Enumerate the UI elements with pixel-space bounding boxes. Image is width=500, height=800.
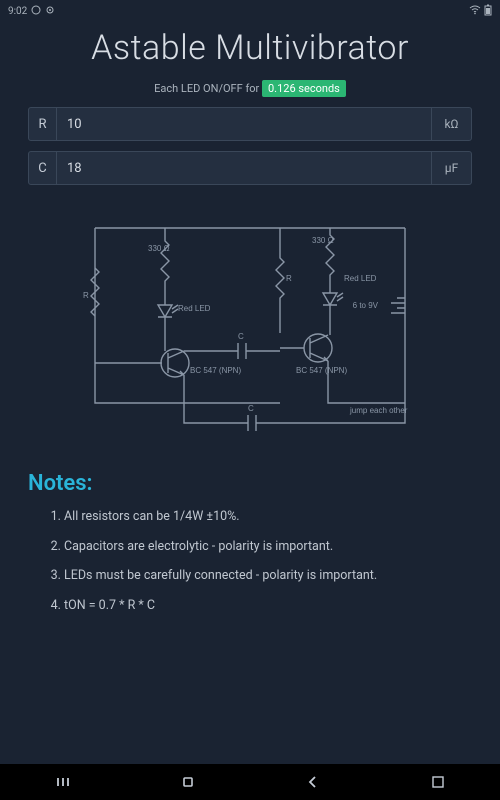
list-item: Capacitors are electrolytic - polarity i… bbox=[64, 538, 472, 556]
svg-text:6 to 9V: 6 to 9V bbox=[353, 301, 379, 310]
circuit-diagram: R 330 Ω Red LED BC 547 (NPN) R C 330 Ω bbox=[80, 213, 420, 447]
page-title: Astable Multivibrator bbox=[28, 28, 472, 68]
subtitle: Each LED ON/OFF for 0.126 seconds bbox=[28, 82, 472, 95]
list-item: LEDs must be carefully connected - polar… bbox=[64, 567, 472, 585]
svg-text:C: C bbox=[248, 404, 254, 413]
back-button[interactable] bbox=[304, 773, 322, 791]
svg-text:R: R bbox=[286, 274, 292, 283]
c-unit: μF bbox=[431, 152, 471, 184]
r-input-row[interactable]: R 10 kΩ bbox=[28, 107, 472, 141]
notes-list: All resistors can be 1/4W ±10%. Capacito… bbox=[28, 508, 472, 614]
r-value[interactable]: 10 bbox=[57, 108, 431, 140]
notification-icon bbox=[31, 5, 41, 18]
notes-heading: Notes: bbox=[28, 471, 472, 496]
svg-text:330 Ω: 330 Ω bbox=[148, 244, 170, 253]
svg-text:C: C bbox=[238, 332, 244, 341]
r-unit: kΩ bbox=[431, 108, 471, 140]
main-content: Astable Multivibrator Each LED ON/OFF fo… bbox=[0, 28, 500, 614]
svg-text:Red LED: Red LED bbox=[344, 274, 377, 283]
c-label: C bbox=[29, 152, 57, 184]
android-navbar bbox=[0, 764, 500, 800]
notification-icon-2 bbox=[45, 5, 55, 18]
svg-text:330 Ω: 330 Ω bbox=[312, 236, 334, 245]
status-bar: 9:02 bbox=[0, 0, 500, 22]
battery-icon bbox=[484, 4, 492, 19]
svg-text:BC 547 (NPN): BC 547 (NPN) bbox=[190, 366, 241, 375]
c-value[interactable]: 18 bbox=[57, 152, 431, 184]
svg-text:BC 547 (NPN): BC 547 (NPN) bbox=[296, 366, 347, 375]
list-item: All resistors can be 1/4W ±10%. bbox=[64, 508, 472, 526]
list-item: tON = 0.7 * R * C bbox=[64, 597, 472, 615]
svg-text:R: R bbox=[83, 291, 89, 300]
wifi-icon bbox=[469, 5, 481, 18]
subtitle-prefix: Each LED ON/OFF for bbox=[154, 82, 262, 95]
time-badge: 0.126 seconds bbox=[262, 80, 346, 97]
c-input-row[interactable]: C 18 μF bbox=[28, 151, 472, 185]
svg-text:Red LED: Red LED bbox=[178, 304, 211, 313]
recent-apps-button[interactable] bbox=[54, 773, 72, 791]
home-button[interactable] bbox=[179, 773, 197, 791]
screenshot-button[interactable] bbox=[429, 773, 447, 791]
svg-text:jump each other: jump each other bbox=[349, 406, 408, 415]
status-time: 9:02 bbox=[8, 6, 27, 17]
r-label: R bbox=[29, 108, 57, 140]
